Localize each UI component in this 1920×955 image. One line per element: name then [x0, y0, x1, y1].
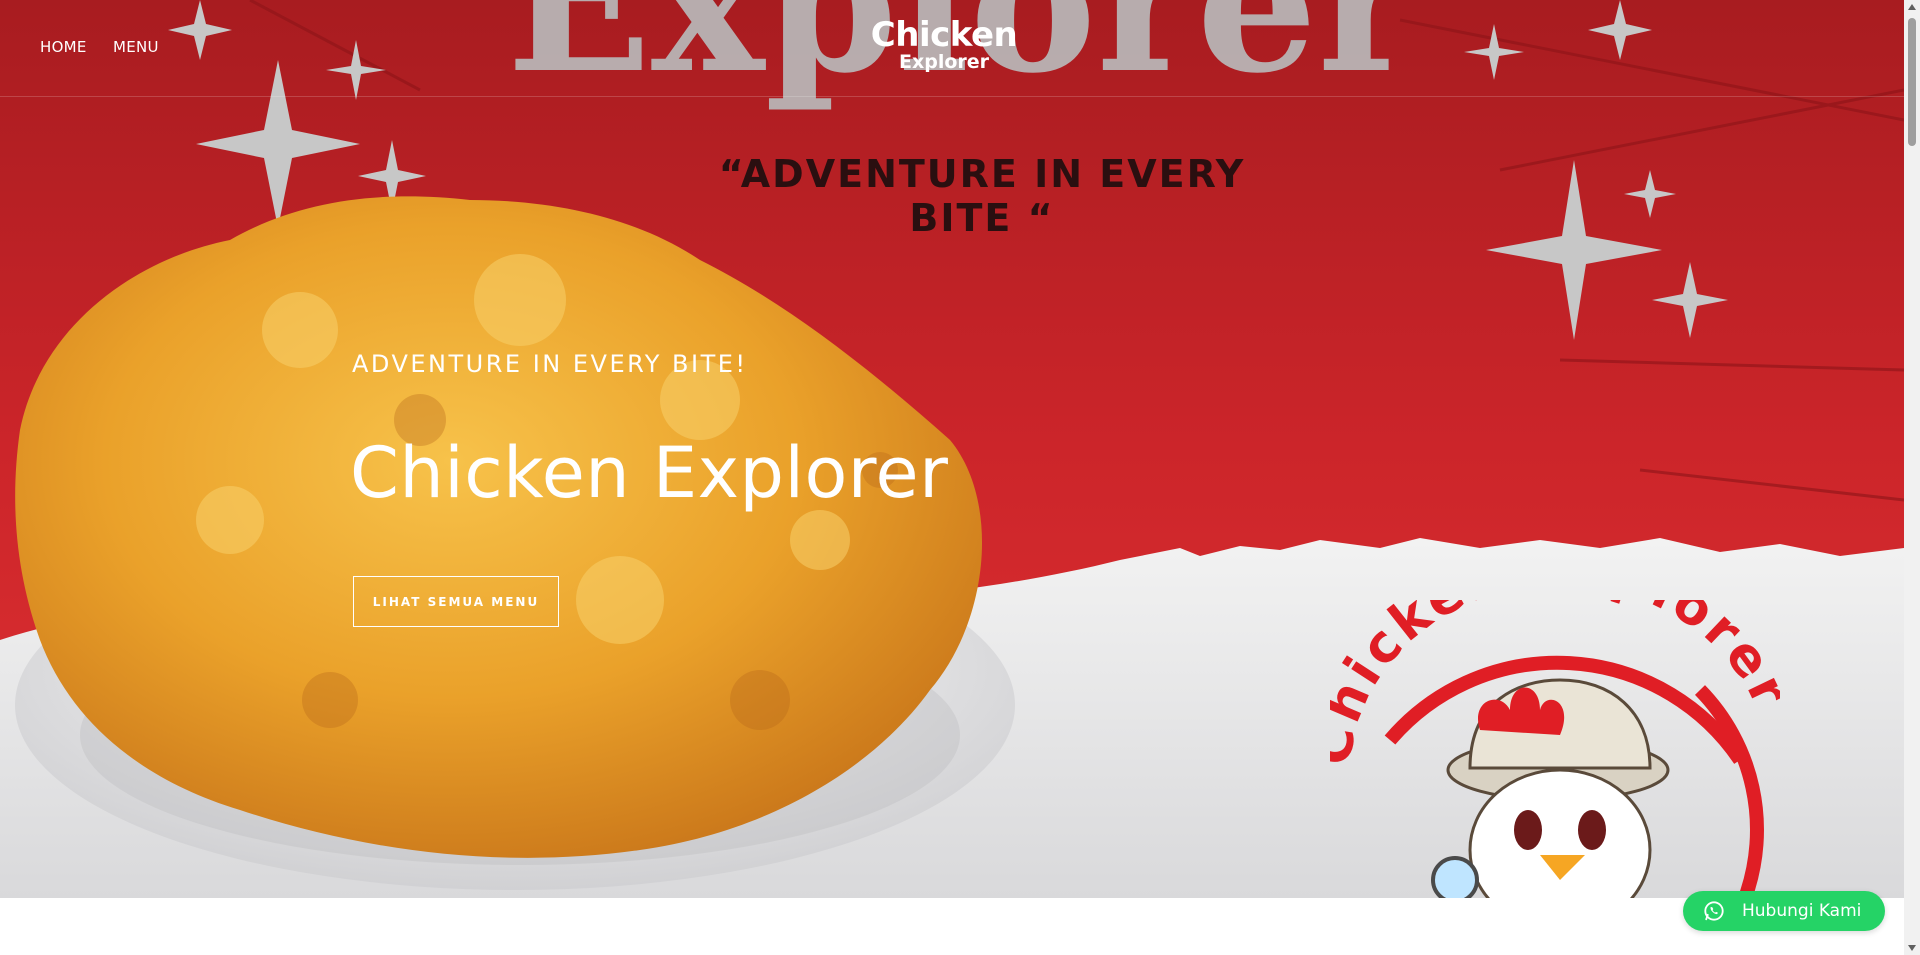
- hero-image-tagline: “ADVENTURE IN EVERY BITE “: [718, 152, 1246, 240]
- top-nav: HOME MENU Chicken Explorer: [0, 0, 1904, 97]
- nav-menu-link[interactable]: MENU: [113, 38, 159, 56]
- nav-home-link[interactable]: HOME: [40, 38, 87, 56]
- scroll-up-arrow-icon[interactable]: [1908, 4, 1916, 10]
- brand-logo-line2: Explorer: [898, 51, 990, 73]
- hero-eyebrow: ADVENTURE IN EVERY BITE!: [352, 350, 748, 378]
- page: Explorer HOME MENU Chicken Explorer “ADV…: [0, 0, 1920, 955]
- hero-section: Explorer HOME MENU Chicken Explorer “ADV…: [0, 0, 1904, 898]
- mascot-logo-text: Chicken Explorer: [1330, 600, 1780, 769]
- hero-title: Chicken Explorer: [350, 432, 949, 514]
- scrollbar-thumb[interactable]: [1908, 18, 1916, 146]
- whatsapp-contact-button[interactable]: Hubungi Kami: [1683, 891, 1885, 931]
- view-all-menu-button[interactable]: LIHAT SEMUA MENU: [353, 576, 559, 627]
- brand-logo[interactable]: Chicken Explorer: [860, 18, 1028, 80]
- whatsapp-button-label: Hubungi Kami: [1742, 901, 1862, 921]
- page-scrollbar[interactable]: [1904, 0, 1920, 955]
- brand-logo-line1: Chicken: [870, 15, 1018, 55]
- whatsapp-icon: [1704, 901, 1724, 921]
- svg-text:Chicken Explorer: Chicken Explorer: [1330, 600, 1780, 769]
- scroll-down-arrow-icon[interactable]: [1908, 945, 1916, 951]
